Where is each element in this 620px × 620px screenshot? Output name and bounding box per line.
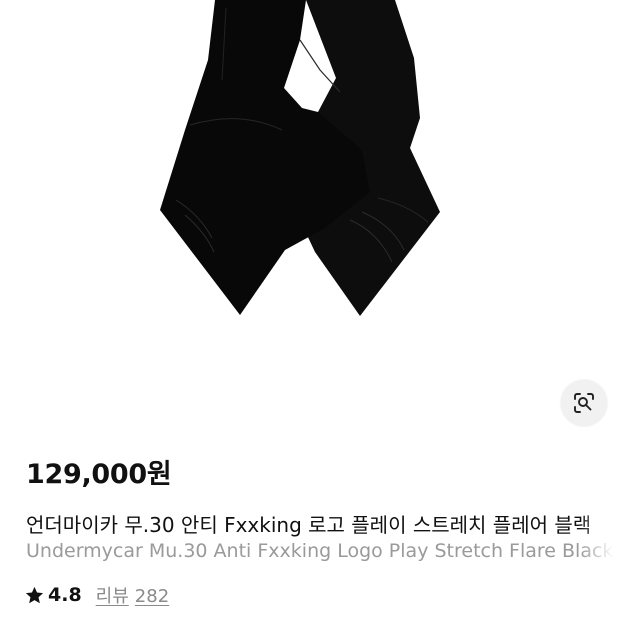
star-icon <box>25 586 44 603</box>
product-image[interactable] <box>0 0 620 440</box>
image-search-button[interactable] <box>561 380 607 426</box>
product-title-korean: 언더마이카 무.30 안티 Fxxking 로고 플레이 스트레치 플레어 블랙 <box>26 513 592 537</box>
review-label: 리뷰 <box>95 586 129 607</box>
product-title-english: Undermycar Mu.30 Anti Fxxking Logo Play … <box>26 540 620 562</box>
title-fade-overlay <box>580 505 620 569</box>
rating-row: 4.8 리뷰 282 <box>24 582 169 608</box>
review-count: 282 <box>134 586 170 607</box>
product-detail-page: 129,000원 언더마이카 무.30 안티 Fxxking 로고 플레이 스트… <box>0 0 620 620</box>
camera-search-icon <box>574 393 594 413</box>
rating-value: 4.8 <box>48 584 82 606</box>
product-price: 129,000원 <box>26 459 172 490</box>
review-link[interactable]: 리뷰 282 <box>96 582 169 608</box>
